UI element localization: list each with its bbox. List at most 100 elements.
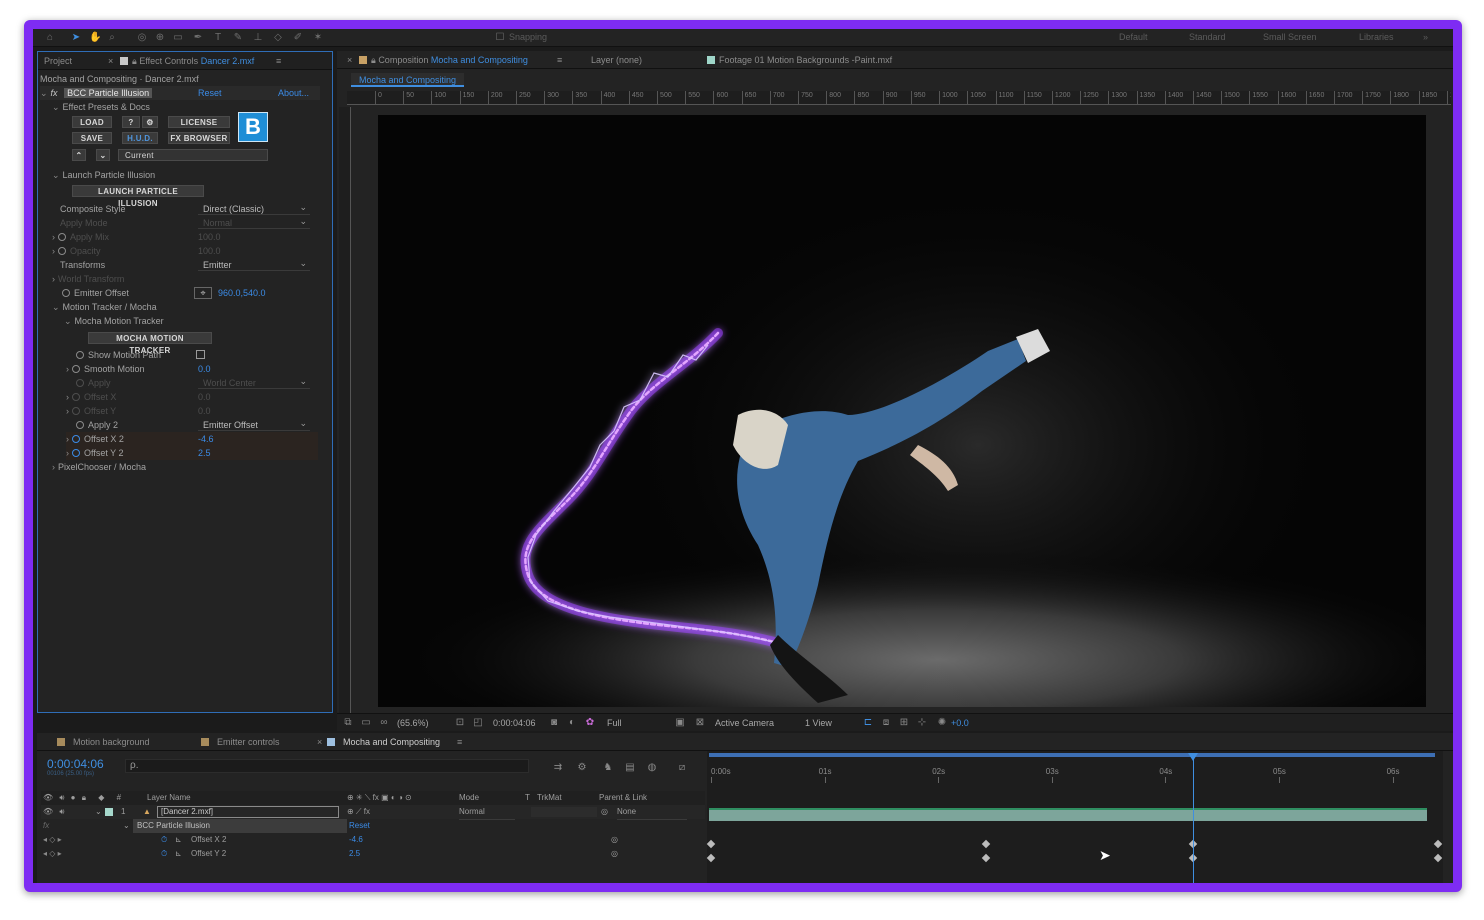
brush-tool-icon[interactable]: ✎ <box>233 33 243 43</box>
graph-editor-icon[interactable]: ⧄ <box>677 763 687 773</box>
t-column[interactable]: T <box>525 791 530 805</box>
emitter-offset-value[interactable]: 960.0,540.0 <box>218 286 266 300</box>
effect-row[interactable]: fx ⌄ BCC Particle Illusion Reset <box>41 819 705 833</box>
stopwatch-icon[interactable] <box>76 421 84 429</box>
camera-snapshot-icon[interactable]: ◙ <box>549 718 559 728</box>
pickwhip-icon[interactable]: ◎ <box>601 805 608 819</box>
rectangle-tool-icon[interactable]: ▭ <box>173 33 183 43</box>
motion-tracker-section[interactable]: ⌄ Motion Tracker / Mocha <box>52 300 157 314</box>
fit-icon[interactable]: ⊡ <box>455 718 465 728</box>
close-icon[interactable]: × <box>347 55 352 65</box>
tab-project[interactable]: Project <box>44 56 72 66</box>
lock-icon[interactable]: 🔒︎ <box>82 793 86 802</box>
snapping-checkbox[interactable]: ☐ <box>495 33 505 43</box>
parent-link-column[interactable]: Parent & Link <box>599 791 647 805</box>
audio-icon[interactable]: 🔊︎ <box>59 793 64 802</box>
parent-select[interactable]: None <box>617 805 687 820</box>
tab-motion-background[interactable]: Motion background <box>57 737 150 747</box>
keyframe-nav-icon[interactable]: ◂ ◇ ▸ <box>43 849 62 858</box>
chevron-down-icon[interactable]: ⌄ <box>123 819 130 833</box>
stopwatch-icon[interactable]: ⏱︎ <box>161 847 167 861</box>
audio-icon[interactable]: 🔊︎ <box>59 807 64 816</box>
composite-style-select[interactable]: Direct (Classic) <box>198 201 310 215</box>
load-button[interactable]: LOAD <box>72 116 112 128</box>
offset-x2-value[interactable]: -4.6 <box>198 432 214 446</box>
about-link[interactable]: About... <box>278 86 309 100</box>
pen-tool-icon[interactable]: ✒ <box>193 33 203 43</box>
keyframe-diamond[interactable] <box>1433 853 1443 863</box>
transparency-grid-icon[interactable]: ⊠ <box>695 718 705 728</box>
keyframe-diamond[interactable] <box>1433 839 1443 849</box>
fast-preview-icon[interactable]: ▣ <box>675 718 685 728</box>
hand-tool-icon[interactable]: ✋ <box>89 33 101 43</box>
eraser-tool-icon[interactable]: ◇ <box>273 33 283 43</box>
motion-blur-icon[interactable]: ◍ <box>647 763 657 773</box>
apply-mode-select[interactable]: Normal <box>198 215 310 229</box>
smooth-motion-value[interactable]: 0.0 <box>198 362 211 376</box>
tab-layer[interactable]: Layer (none) <box>591 55 642 65</box>
zoom-tool-icon[interactable]: ⌕ <box>107 33 117 43</box>
panel-menu-icon[interactable]: ≡ <box>276 56 281 66</box>
help-button[interactable]: ? <box>122 116 140 128</box>
exposure-value[interactable]: +0.0 <box>951 718 969 728</box>
apply-2-select[interactable]: Emitter Offset <box>198 417 310 431</box>
close-icon[interactable]: × <box>108 56 113 66</box>
stopwatch-icon[interactable] <box>72 449 80 457</box>
offset-y2-value[interactable]: 2.5 <box>198 446 211 460</box>
graph-icon[interactable]: ⊾ <box>175 847 182 861</box>
eye-icon[interactable]: 👁︎ <box>43 793 53 802</box>
chevron-down-icon[interactable]: ⌄ <box>95 805 102 819</box>
save-button[interactable]: SAVE <box>72 132 112 144</box>
workspace-small-screen[interactable]: Small Screen <box>1263 32 1317 42</box>
fx-browser-button[interactable]: FX BROWSER <box>168 132 230 144</box>
offset-y-value[interactable]: 0.0 <box>198 404 211 418</box>
switches-icon[interactable]: ⊕ ✳ ⟍ fx ▣ ◐ ◑ ⊙ <box>347 791 412 805</box>
stopwatch-icon[interactable] <box>76 351 84 359</box>
blend-mode-select[interactable]: Normal <box>459 805 515 820</box>
exposure-icon[interactable]: ✺ <box>937 718 947 728</box>
mode-column[interactable]: Mode <box>459 791 479 805</box>
trkmat-select[interactable] <box>531 807 597 817</box>
roto-brush-tool-icon[interactable]: ✐ <box>293 33 303 43</box>
crosshair-icon[interactable]: ⌖ <box>194 287 212 299</box>
tab-footage[interactable]: Footage 01 Motion Backgrounds -Paint.mxf <box>707 55 892 65</box>
puppet-tool-icon[interactable]: ✶ <box>313 33 323 43</box>
keyframe-diamond[interactable] <box>981 853 991 863</box>
stopwatch-icon[interactable] <box>62 289 70 297</box>
launch-section[interactable]: ⌄ Launch Particle Illusion <box>52 168 155 182</box>
trkmat-column[interactable]: TrkMat <box>537 791 562 805</box>
zoom-select[interactable]: (65.6%) <box>397 718 429 728</box>
stopwatch-icon[interactable]: ⏱︎ <box>161 833 167 847</box>
color-channels-icon[interactable]: ✿ <box>585 718 595 728</box>
current-time-indicator-handle[interactable] <box>1187 753 1198 761</box>
keyframe-diamond[interactable] <box>706 839 716 849</box>
eye-icon[interactable]: 👁︎ <box>43 807 53 816</box>
layer-switches[interactable]: ⊕ ⟋ fx <box>347 805 370 819</box>
opacity-value[interactable]: 100.0 <box>198 244 221 258</box>
camera-select[interactable]: Active Camera <box>715 718 774 728</box>
frame-blending-icon[interactable]: ▤ <box>625 763 635 773</box>
pixelchooser-section[interactable]: › PixelChooser / Mocha <box>52 460 146 474</box>
effect-reset-link[interactable]: Reset <box>349 819 370 833</box>
apply-mix-value[interactable]: 100.0 <box>198 230 221 244</box>
fx-toggle[interactable]: fx <box>51 88 58 98</box>
keyframe-diamond[interactable] <box>981 839 991 849</box>
apply-select[interactable]: World Center <box>198 375 310 389</box>
timeline-timecode[interactable]: 0:00:04:06 <box>47 757 104 771</box>
launch-particle-illusion-button[interactable]: LAUNCH PARTICLE ILLUSION <box>72 185 204 208</box>
resolution-select[interactable]: Full <box>607 718 622 728</box>
stopwatch-icon[interactable] <box>58 247 66 255</box>
layer-search-input[interactable]: ρ. <box>125 759 529 773</box>
workspace-libraries[interactable]: Libraries <box>1359 32 1394 42</box>
tab-composition[interactable]: 🔒︎ Composition Mocha and Compositing <box>359 55 528 66</box>
stopwatch-icon[interactable] <box>72 393 80 401</box>
layer-row[interactable]: 👁︎ 🔊︎ ⌄ 1 ▲ [Dancer 2.mxf] ⊕ ⟋ fx Normal… <box>41 805 705 820</box>
region-of-interest-icon[interactable]: ◰ <box>473 718 483 728</box>
offset-x-value[interactable]: 0.0 <box>198 390 211 404</box>
transforms-select[interactable]: Emitter <box>198 257 310 271</box>
home-icon[interactable]: ⌂ <box>45 33 55 43</box>
work-area-bar[interactable] <box>709 753 1435 757</box>
mocha-motion-tracker-section[interactable]: ⌄ Mocha Motion Tracker <box>64 314 164 328</box>
shy-layers-icon[interactable]: ♞ <box>603 763 613 773</box>
label-tag-icon[interactable]: ◆ <box>98 793 104 802</box>
